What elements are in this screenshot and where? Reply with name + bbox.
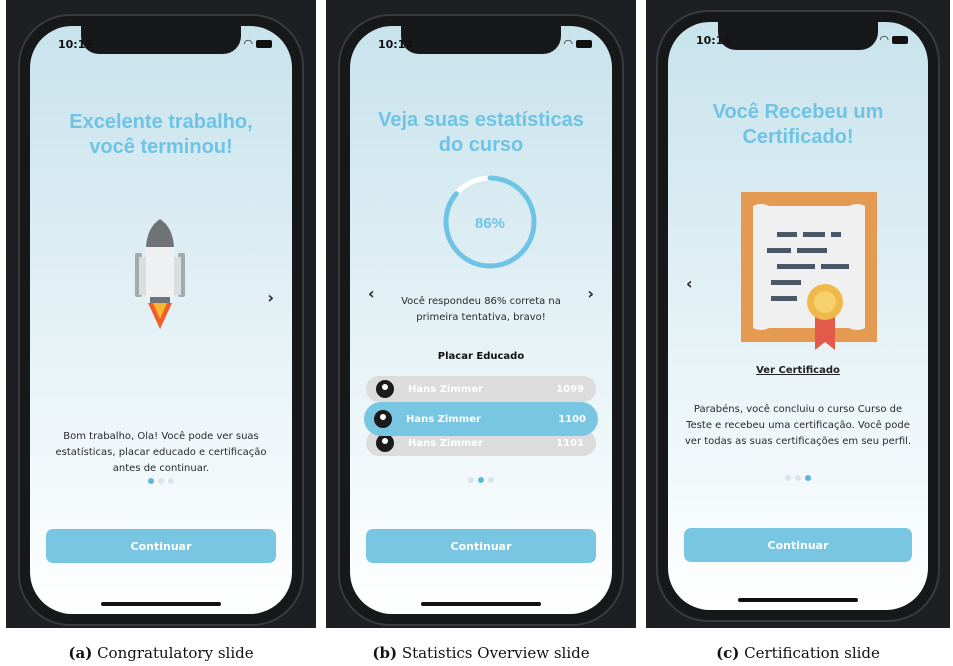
prev-arrow[interactable]: ‹ — [686, 274, 693, 293]
title-line-2: você terminou! — [89, 136, 233, 158]
pagination-dots[interactable] — [30, 478, 292, 484]
progress-ring: 86% — [443, 175, 537, 269]
prev-arrow[interactable]: ‹ — [368, 284, 375, 303]
title-line-1: Veja suas estatísticas — [378, 109, 584, 131]
avatar-icon — [374, 410, 392, 428]
avatar-icon — [376, 380, 394, 398]
avatar-icon — [376, 434, 394, 452]
status-time: 10:15 — [58, 38, 94, 51]
notch — [401, 26, 561, 54]
wifi-icon: ◠ — [879, 33, 889, 46]
caption-a: (a) Congratulatory slide — [6, 644, 316, 662]
page-dot-2[interactable] — [158, 478, 164, 484]
view-certificate-link[interactable]: Ver Certificado — [668, 365, 928, 376]
title-line-1: Excelente trabalho, — [69, 111, 253, 133]
caption-label: (c) — [716, 644, 740, 662]
continue-button[interactable]: Continuar — [46, 529, 276, 563]
stats-description: Você respondeu 86% correta na primeira t… — [401, 296, 561, 323]
phone-frame: 10:14 ◠ Você Recebeu um Certificado! ‹ V… — [656, 10, 940, 622]
player-score: 1101 — [556, 437, 584, 449]
player-name: Hans Zimmer — [408, 437, 483, 449]
next-arrow[interactable]: › — [587, 284, 594, 303]
continue-button[interactable]: Continuar — [366, 529, 596, 563]
notch — [718, 22, 878, 50]
phone-frame: 10:14 ◠ Veja suas estatísticas do curso … — [338, 14, 624, 626]
title-line-1: Você Recebeu um — [712, 101, 884, 123]
page-dot-3[interactable] — [488, 477, 494, 483]
panel-a: 10:15 ◠ Excelente trabalho, você termino… — [6, 0, 316, 628]
battery-icon — [256, 39, 272, 48]
wifi-icon: ◠ — [563, 37, 573, 50]
page-dot-1[interactable] — [468, 477, 474, 483]
slide-description: Bom trabalho, Ola! Você pode ver suas es… — [55, 431, 267, 474]
caption-text: Congratulatory slide — [92, 644, 254, 662]
home-indicator — [101, 602, 221, 606]
progress-percent: 86% — [475, 215, 505, 232]
panel-c: 10:14 ◠ Você Recebeu um Certificado! ‹ V… — [646, 0, 950, 628]
slide-title: Excelente trabalho, você terminou! — [40, 110, 282, 160]
phone-screen: 10:14 ◠ Veja suas estatísticas do curso … — [350, 26, 612, 614]
status-icons: ◠ — [563, 37, 592, 50]
page-dot-3[interactable] — [168, 478, 174, 484]
pagination-dots[interactable] — [668, 475, 928, 481]
pagination-dots[interactable] — [350, 477, 612, 483]
phone-screen: 10:14 ◠ Você Recebeu um Certificado! ‹ V… — [668, 22, 928, 610]
panel-b: 10:14 ◠ Veja suas estatísticas do curso … — [326, 0, 636, 628]
certificate-description: Parabéns, você concluiu o curso Curso de… — [684, 404, 912, 447]
page-dot-3[interactable] — [805, 475, 811, 481]
certificate-icon — [741, 192, 877, 350]
page-dot-1[interactable] — [785, 475, 791, 481]
phone-screen: 10:15 ◠ Excelente trabalho, você termino… — [30, 26, 292, 614]
caption-text: Certification slide — [739, 644, 880, 662]
leaderboard-title: Placar Educado — [437, 351, 525, 362]
leaderboard-row-current: Hans Zimmer 1100 — [364, 402, 598, 436]
notch — [81, 26, 241, 54]
title-line-2: Certificado! — [742, 126, 854, 148]
caption-b: (b) Statistics Overview slide — [326, 644, 636, 662]
caption-label: (a) — [68, 644, 93, 662]
slide-title: Você Recebeu um Certificado! — [678, 100, 918, 150]
page-dot-2[interactable] — [795, 475, 801, 481]
player-name: Hans Zimmer — [408, 383, 483, 395]
player-score: 1099 — [556, 383, 584, 395]
phone-frame: 10:15 ◠ Excelente trabalho, você termino… — [18, 14, 304, 626]
caption-c: (c) Certification slide — [646, 644, 950, 662]
caption-label: (b) — [372, 644, 398, 662]
home-indicator — [421, 602, 541, 606]
home-indicator — [738, 598, 858, 602]
page-dot-1[interactable] — [148, 478, 154, 484]
status-icons: ◠ — [879, 33, 908, 46]
next-arrow[interactable]: › — [267, 288, 274, 307]
slide-title: Veja suas estatísticas do curso — [360, 108, 602, 158]
rocket-icon — [135, 219, 185, 329]
status-time: 10:14 — [378, 38, 414, 51]
status-time: 10:14 — [696, 34, 732, 47]
player-score: 1100 — [558, 413, 586, 425]
caption-text: Statistics Overview slide — [397, 644, 590, 662]
wifi-icon: ◠ — [243, 37, 253, 50]
continue-button[interactable]: Continuar — [684, 528, 912, 562]
battery-icon — [576, 39, 592, 48]
title-line-2: do curso — [438, 134, 524, 156]
leaderboard-row: Hans Zimmer 1099 — [366, 376, 596, 402]
status-icons: ◠ — [243, 37, 272, 50]
player-name: Hans Zimmer — [406, 413, 481, 425]
page-dot-2[interactable] — [478, 477, 484, 483]
battery-icon — [892, 35, 908, 44]
